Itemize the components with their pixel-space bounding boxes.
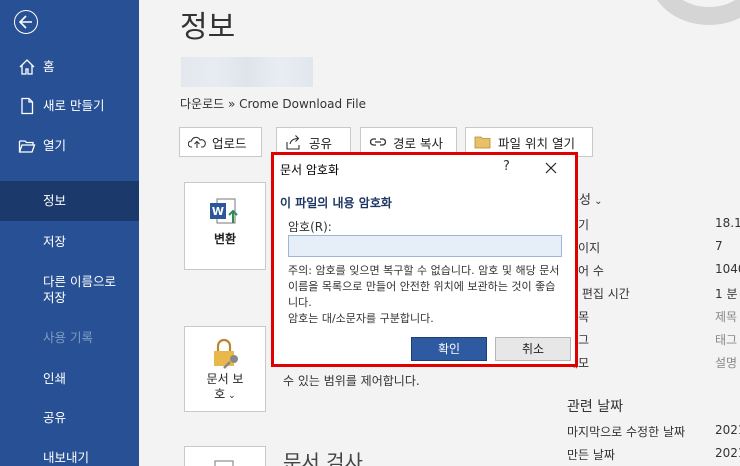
ok-button[interactable]: 확인 xyxy=(411,337,487,361)
prop-value-size: 18.1 xyxy=(715,216,740,230)
chevron-down-icon: ⌄ xyxy=(225,391,236,401)
lock-key-icon xyxy=(214,338,238,369)
nav-save[interactable]: 저장 xyxy=(0,233,139,253)
redacted-filename xyxy=(181,57,313,87)
nav-print[interactable]: 인쇄 xyxy=(0,370,139,390)
decorative-graphic xyxy=(649,0,740,25)
copy-path-label: 경로 복사 xyxy=(393,135,443,151)
help-button[interactable]: ? xyxy=(503,159,510,174)
encrypt-document-dialog: 문서 암호화 ? 이 파일의 내용 암호화 암호(R): 주의: 암호를 잊으면… xyxy=(274,155,575,364)
dialog-heading: 이 파일의 내용 암호화 xyxy=(280,196,392,210)
password-label: 암호(R): xyxy=(288,220,332,234)
close-button[interactable] xyxy=(542,159,560,177)
inspect-document-button[interactable] xyxy=(184,446,266,466)
nav-info[interactable]: 정보 xyxy=(0,181,139,221)
nav-save-as-label: 다른 이름으로 저장 xyxy=(43,274,116,305)
protect-description: 수 있는 범위를 제어합니다. xyxy=(283,374,420,388)
inspect-title: 문서 검사 xyxy=(283,450,363,466)
close-icon xyxy=(545,162,557,174)
back-arrow-icon xyxy=(19,15,32,29)
nav-open[interactable]: 열기 xyxy=(0,137,139,157)
dialog-highlight-frame: 문서 암호화 ? 이 파일의 내용 암호화 암호(R): 주의: 암호를 잊으면… xyxy=(271,152,578,367)
prop-value-words: 1040 xyxy=(715,262,740,276)
nav-new-label: 새로 만들기 xyxy=(43,98,105,113)
dialog-title: 문서 암호화 xyxy=(280,163,340,177)
password-warning-line2: 암호는 대/소문자를 구분합니다. xyxy=(288,312,434,325)
nav-print-label: 인쇄 xyxy=(43,371,67,386)
prop-value-pages: 7 xyxy=(715,239,723,253)
chevron-down-icon: ⌄ xyxy=(590,196,603,207)
protect-label: 문서 보 호 ⌄ xyxy=(185,372,265,404)
inspect-icon xyxy=(214,460,234,466)
prop-value-title[interactable]: 제목 xyxy=(715,308,737,325)
upload-label: 업로드 xyxy=(212,135,247,151)
nav-share-label: 공유 xyxy=(43,410,67,425)
date-value-created: 2021 xyxy=(715,446,740,460)
prop-value-edit-time: 1 분 xyxy=(715,287,738,301)
nav-save-label: 저장 xyxy=(43,234,67,249)
related-dates-header: 관련 날짜 xyxy=(567,399,623,415)
password-input[interactable] xyxy=(288,235,562,257)
password-warning: 주의: 암호를 잊으면 복구할 수 없습니다. 암호 및 해당 문서 이름을 목… xyxy=(288,263,564,327)
nav-history: 사용 기록 xyxy=(0,329,139,349)
protect-document-button[interactable]: 문서 보 호 ⌄ xyxy=(184,326,266,412)
date-value-modified: 2021 xyxy=(715,423,740,437)
nav-info-label: 정보 xyxy=(43,193,67,208)
word-convert-icon: W xyxy=(210,198,238,224)
share-icon xyxy=(286,135,300,150)
folder-open-icon xyxy=(18,140,36,153)
nav-save-as[interactable]: 다른 이름으로 저장 xyxy=(0,273,139,307)
link-icon xyxy=(369,138,387,146)
convert-button[interactable]: W 변환 xyxy=(184,182,266,270)
upload-button[interactable]: 업로드 xyxy=(179,127,262,157)
nav-home[interactable]: 홈 xyxy=(0,58,139,78)
date-label-modified: 마지막으로 수정한 날짜 xyxy=(567,425,686,439)
home-icon xyxy=(19,59,35,75)
date-label-created: 만든 날짜 xyxy=(567,448,615,462)
back-button[interactable] xyxy=(14,10,38,34)
nav-export-label: 내보내기 xyxy=(43,450,90,465)
svg-text:W: W xyxy=(212,205,224,218)
new-document-icon xyxy=(21,97,34,115)
folder-icon xyxy=(474,136,491,149)
file-path-breadcrumb: 다운로드 » Crome Download File xyxy=(180,97,366,111)
backstage-sidebar: 홈 새로 만들기 열기 정보 저장 다른 이름으로 저장 사용 기록 인쇄 공유… xyxy=(0,0,139,466)
nav-home-label: 홈 xyxy=(43,59,55,74)
nav-new[interactable]: 새로 만들기 xyxy=(0,97,139,117)
open-file-location-label: 파일 위치 열기 xyxy=(498,135,575,151)
prop-value-tags[interactable]: 태그 xyxy=(715,331,737,348)
prop-value-comments[interactable]: 설명 xyxy=(715,354,737,371)
page-title: 정보 xyxy=(180,10,236,45)
nav-export[interactable]: 내보내기 xyxy=(0,449,139,466)
share-label: 공유 xyxy=(309,135,333,151)
convert-label: 변환 xyxy=(213,232,237,246)
nav-share[interactable]: 공유 xyxy=(0,409,139,429)
cloud-upload-icon xyxy=(188,136,206,148)
protect-label-line2: 호 xyxy=(214,387,226,401)
nav-open-label: 열기 xyxy=(43,138,67,153)
cancel-button[interactable]: 취소 xyxy=(495,337,571,361)
protect-label-line1: 문서 보 xyxy=(206,372,244,386)
nav-history-label: 사용 기록 xyxy=(43,330,93,345)
password-warning-line1: 주의: 암호를 잊으면 복구할 수 없습니다. 암호 및 해당 문서 이름을 목… xyxy=(288,264,560,309)
